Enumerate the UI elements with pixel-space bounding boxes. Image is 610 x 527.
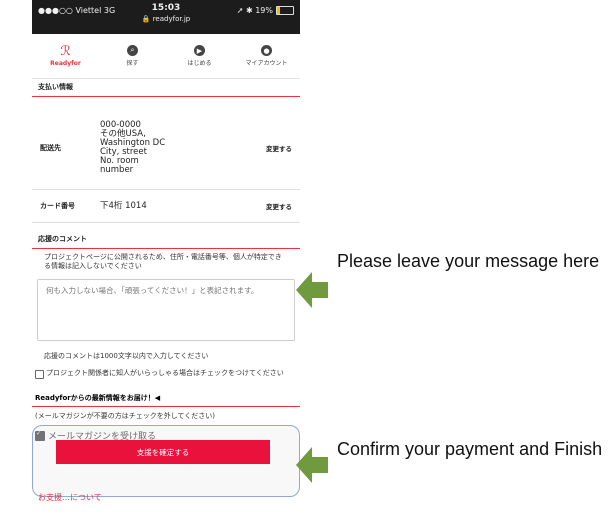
newsletter-note: (メールマガジンが不要の方はチェックを外してください) [35, 412, 216, 420]
arrow-left-icon [296, 447, 328, 483]
card-row: カード番号 下4桁 1014 変更する [32, 190, 300, 223]
nav-label-search: 探す [126, 60, 139, 67]
status-indicators: ➚ ✱ 19% [236, 6, 273, 15]
comment-limit-note: 応援のコメントは1000文字以内で入力してください [44, 352, 209, 360]
newsletter-heading: Readyforからの最新情報をお届け！◀ [32, 391, 300, 407]
change-shipping-button[interactable]: 変更する [252, 143, 292, 153]
nav-label-readyfor: Readyfor [50, 59, 81, 67]
nav-item-account[interactable]: ● マイアカウント [233, 34, 300, 78]
status-bar: ●●●○○ Viettel 3G 15:03 🔒 readyfor.jp ➚ ✱… [32, 0, 300, 34]
card-number: 下4桁 1014 [100, 200, 147, 211]
search-icon: ⌕ [127, 45, 138, 56]
nav-label-start: はじめる [187, 60, 212, 67]
battery-level [277, 7, 281, 14]
message-annotation: Please leave your message here [337, 251, 600, 271]
nav-label-account: マイアカウント [245, 60, 288, 67]
acquaintance-check-row[interactable]: プロジェクト関係者に知人がいらっしゃる場合はチェックをつけてください [32, 367, 300, 381]
comment-textarea[interactable] [37, 279, 295, 341]
readyfor-logo-icon: ℛ [60, 43, 71, 59]
nav-bar: ℛ Readyfor ⌕ 探す ▶ はじめる ● マイアカウント [32, 34, 300, 79]
nav-item-search[interactable]: ⌕ 探す [99, 34, 166, 78]
address-bar-url[interactable]: 🔒 readyfor.jp [32, 15, 300, 23]
play-icon: ▶ [194, 45, 205, 56]
account-icon: ● [261, 45, 272, 56]
confirm-annotation: Confirm your payment and Finish [337, 439, 603, 459]
nav-item-readyfor[interactable]: ℛ Readyfor [32, 34, 99, 78]
acquaintance-checkbox[interactable] [35, 370, 44, 379]
arrow-left-icon [296, 272, 328, 308]
cut-off-link[interactable]: お支援…について [38, 492, 102, 503]
shipping-row: 配送先 000-0000 その他USA, Washington DC City, st… [32, 107, 300, 190]
status-right: ➚ ✱ 19% [237, 6, 294, 15]
confirm-payment-button[interactable]: 支援を確定する [56, 440, 270, 464]
card-label: カード番号 [40, 202, 75, 210]
nav-item-start[interactable]: ▶ はじめる [166, 34, 233, 78]
payment-table: 配送先 000-0000 その他USA, Washington DC City, st… [32, 107, 300, 223]
comment-note: プロジェクトページに公開されるため、住所・電話番号等、個人が特定できる情報は記入… [44, 253, 282, 270]
battery-icon [276, 6, 294, 15]
comment-heading: 応援のコメント [32, 231, 300, 249]
change-card-button[interactable]: 変更する [252, 201, 292, 211]
shipping-address: 000-0000 その他USA, Washington DC City, street… [100, 120, 166, 175]
shipping-label: 配送先 [40, 144, 61, 152]
acquaintance-check-label: プロジェクト関係者に知人がいらっしゃる場合はチェックをつけてください [46, 369, 284, 377]
payment-heading: 支払い情報 [32, 79, 300, 97]
